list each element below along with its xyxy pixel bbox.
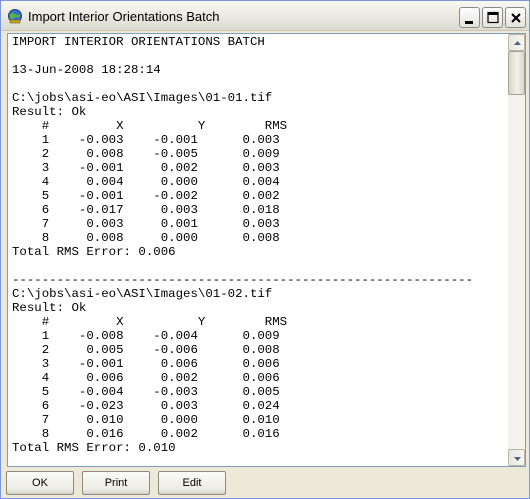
title-bar[interactable]: Import Interior Orientations Batch (1, 1, 529, 31)
report-line: # X Y RMS (12, 315, 288, 329)
minimize-icon (465, 21, 473, 24)
report-line: 3 -0.001 0.006 0.006 (12, 357, 280, 371)
report-line: 1 -0.003 -0.001 0.003 (12, 133, 280, 147)
print-button[interactable]: Print (82, 471, 150, 495)
report-line: 4 0.006 0.002 0.006 (12, 371, 280, 385)
report-line: 7 0.010 0.000 0.010 (12, 413, 280, 427)
report-line (12, 259, 508, 273)
minimize-button[interactable] (459, 7, 480, 28)
report-line: 4 0.004 0.000 0.004 (12, 175, 280, 189)
report-line: Result: Ok (12, 105, 87, 119)
app-globe-icon (7, 8, 23, 24)
report-line: IMPORT INTERIOR ORIENTATIONS BATCH (12, 35, 265, 49)
report-line: 5 -0.001 -0.002 0.002 (12, 189, 280, 203)
window-title: Import Interior Orientations Batch (28, 9, 220, 24)
report-line: C:\jobs\asi-eo\ASI\Images\01-02.tif (12, 287, 273, 301)
button-bar: OK Print Edit (1, 468, 529, 498)
report-line: 6 -0.023 0.003 0.024 (12, 399, 280, 413)
scroll-thumb[interactable] (508, 51, 525, 95)
close-icon (511, 13, 521, 23)
ok-button[interactable]: OK (6, 471, 74, 495)
vertical-scrollbar[interactable] (508, 34, 525, 466)
report-line: 2 0.008 -0.005 0.009 (12, 147, 280, 161)
report-line: Total RMS Error: 0.006 (12, 245, 176, 259)
report-line: 6 -0.017 0.003 0.018 (12, 203, 280, 217)
scroll-down-button[interactable] (508, 449, 525, 466)
report-line: 13-Jun-2008 18:28:14 (12, 63, 161, 77)
report-line: 5 -0.004 -0.003 0.005 (12, 385, 280, 399)
report-line: Total RMS Error: 0.010 (12, 441, 176, 455)
report-line: 7 0.003 0.001 0.003 (12, 217, 280, 231)
maximize-button[interactable] (482, 7, 503, 28)
report-text-area[interactable]: IMPORT INTERIOR ORIENTATIONS BATCH 13-Jun… (12, 35, 508, 465)
edit-button[interactable]: Edit (158, 471, 226, 495)
arrow-up-icon (514, 41, 521, 45)
report-line (12, 49, 508, 63)
report-panel: IMPORT INTERIOR ORIENTATIONS BATCH 13-Jun… (7, 33, 526, 467)
report-line: 8 0.016 0.002 0.016 (12, 427, 280, 441)
report-line (12, 77, 508, 91)
report-line: # X Y RMS (12, 119, 288, 133)
arrow-down-icon (514, 457, 521, 461)
report-line: Result: Ok (12, 301, 87, 315)
maximize-icon (487, 11, 499, 24)
report-line: 8 0.008 0.000 0.008 (12, 231, 280, 245)
report-line: 3 -0.001 0.002 0.003 (12, 161, 280, 175)
report-line: C:\jobs\asi-eo\ASI\Images\01-01.tif (12, 91, 273, 105)
report-line: ----------------------------------------… (12, 273, 474, 287)
dialog-window: Import Interior Orientations Batch IMPOR… (0, 0, 530, 499)
scroll-up-button[interactable] (508, 34, 525, 51)
report-line: 2 0.005 -0.006 0.008 (12, 343, 280, 357)
report-line: 1 -0.008 -0.004 0.009 (12, 329, 280, 343)
close-button[interactable] (505, 7, 526, 28)
